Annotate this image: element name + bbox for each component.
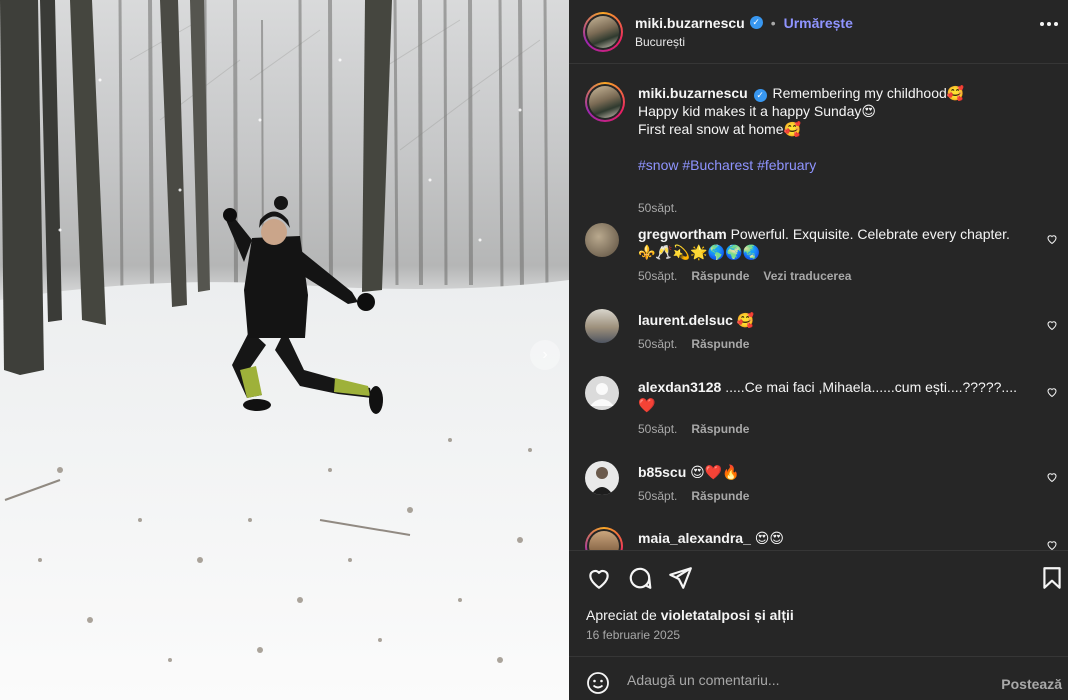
comment-icon[interactable] (627, 565, 653, 591)
caption-username[interactable]: miki.buzarnescu (638, 85, 748, 101)
comment-text-2: ⚜️🥂💫🌟🌎🌍🌏 (638, 244, 761, 260)
heart-icon[interactable] (1046, 386, 1058, 398)
heart-icon[interactable] (1046, 471, 1058, 483)
likes-prefix: Apreciat de (586, 607, 657, 623)
comment-text: 😍❤️🔥 (690, 464, 740, 480)
caption-line-2: Happy kid makes it a happy Sunday😍 (638, 103, 876, 119)
comment-text: 🥰 (736, 312, 755, 328)
avatar[interactable] (585, 82, 625, 122)
username[interactable]: miki.buzarnescu (635, 15, 745, 31)
snowy-forest-image (0, 0, 569, 700)
comment-username[interactable]: laurent.delsuc (638, 312, 733, 328)
bookmark-icon[interactable] (1039, 565, 1065, 591)
comment-text: 😍😍 (754, 530, 784, 546)
action-bar (569, 550, 1068, 600)
share-icon[interactable] (667, 565, 693, 591)
add-comment-bar: Postează (569, 656, 1068, 700)
comment-username[interactable]: maia_alexandra_ (638, 530, 751, 546)
comment-text: .....Ce mai faci ,Mihaela......cum ești.… (725, 379, 1017, 395)
avatar[interactable] (585, 376, 619, 410)
reply-button[interactable]: Răspunde (691, 422, 749, 436)
heart-icon[interactable] (1046, 233, 1058, 245)
post-date[interactable]: 16 februarie 2025 (586, 628, 680, 642)
translate-button[interactable]: Vezi traducerea (763, 269, 851, 283)
reply-button[interactable]: Răspunde (691, 489, 749, 503)
avatar[interactable] (585, 223, 619, 257)
post-photo: › (0, 0, 569, 700)
comment-username[interactable]: gregwortham (638, 226, 727, 242)
avatar[interactable] (585, 309, 619, 343)
comment-time[interactable]: 50săpt. (638, 269, 677, 283)
chevron-right-icon[interactable]: › (530, 340, 560, 370)
reply-button[interactable]: Răspunde (691, 269, 749, 283)
comment-text-2: ❤️ (638, 397, 656, 413)
heart-icon[interactable] (586, 565, 612, 591)
comment-username[interactable]: alexdan3128 (638, 379, 721, 395)
heart-icon[interactable] (1046, 319, 1058, 331)
comment-time[interactable]: 50săpt. (638, 489, 677, 503)
location-link[interactable]: București (635, 35, 853, 49)
likes-suffix[interactable]: și alții (754, 607, 794, 623)
more-icon[interactable] (1040, 22, 1058, 26)
avatar[interactable] (583, 11, 623, 52)
reply-button[interactable]: Răspunde (691, 337, 749, 351)
comment-input[interactable] (627, 669, 977, 691)
comment-time[interactable]: 50săpt. (638, 337, 677, 351)
follow-button[interactable]: Urmărește (784, 15, 853, 31)
heart-icon[interactable] (1046, 539, 1058, 550)
likes-user[interactable]: violetatalposi (661, 607, 750, 623)
post-comment-button[interactable]: Postează (1001, 676, 1062, 692)
separator: • (770, 14, 776, 31)
verified-badge-icon: ✓ (749, 16, 763, 29)
comment-text: Powerful. Exquisite. Celebrate every cha… (730, 226, 1010, 242)
comment-username[interactable]: b85scu (638, 464, 686, 480)
post-header: miki.buzarnescu ✓ • Urmărește București (569, 0, 1068, 64)
likes-summary[interactable]: Apreciat de violetatalposi și alții (586, 607, 794, 623)
post-side-panel: miki.buzarnescu ✓ • Urmărește București … (569, 0, 1068, 700)
caption-line-1: Remembering my childhood🥰 (772, 85, 965, 101)
emoji-icon[interactable] (586, 671, 610, 695)
avatar[interactable] (585, 461, 619, 495)
caption-line-3: First real snow at home🥰 (638, 121, 801, 137)
caption-time[interactable]: 50săpt. (638, 201, 677, 215)
verified-badge-icon: ✓ (753, 89, 767, 102)
avatar[interactable] (585, 527, 623, 550)
caption-hashtags[interactable]: #snow #Bucharest #february (638, 157, 816, 173)
comments-list[interactable]: miki.buzarnescu ✓ Remembering my childho… (569, 65, 1068, 550)
comment-time[interactable]: 50săpt. (638, 422, 677, 436)
